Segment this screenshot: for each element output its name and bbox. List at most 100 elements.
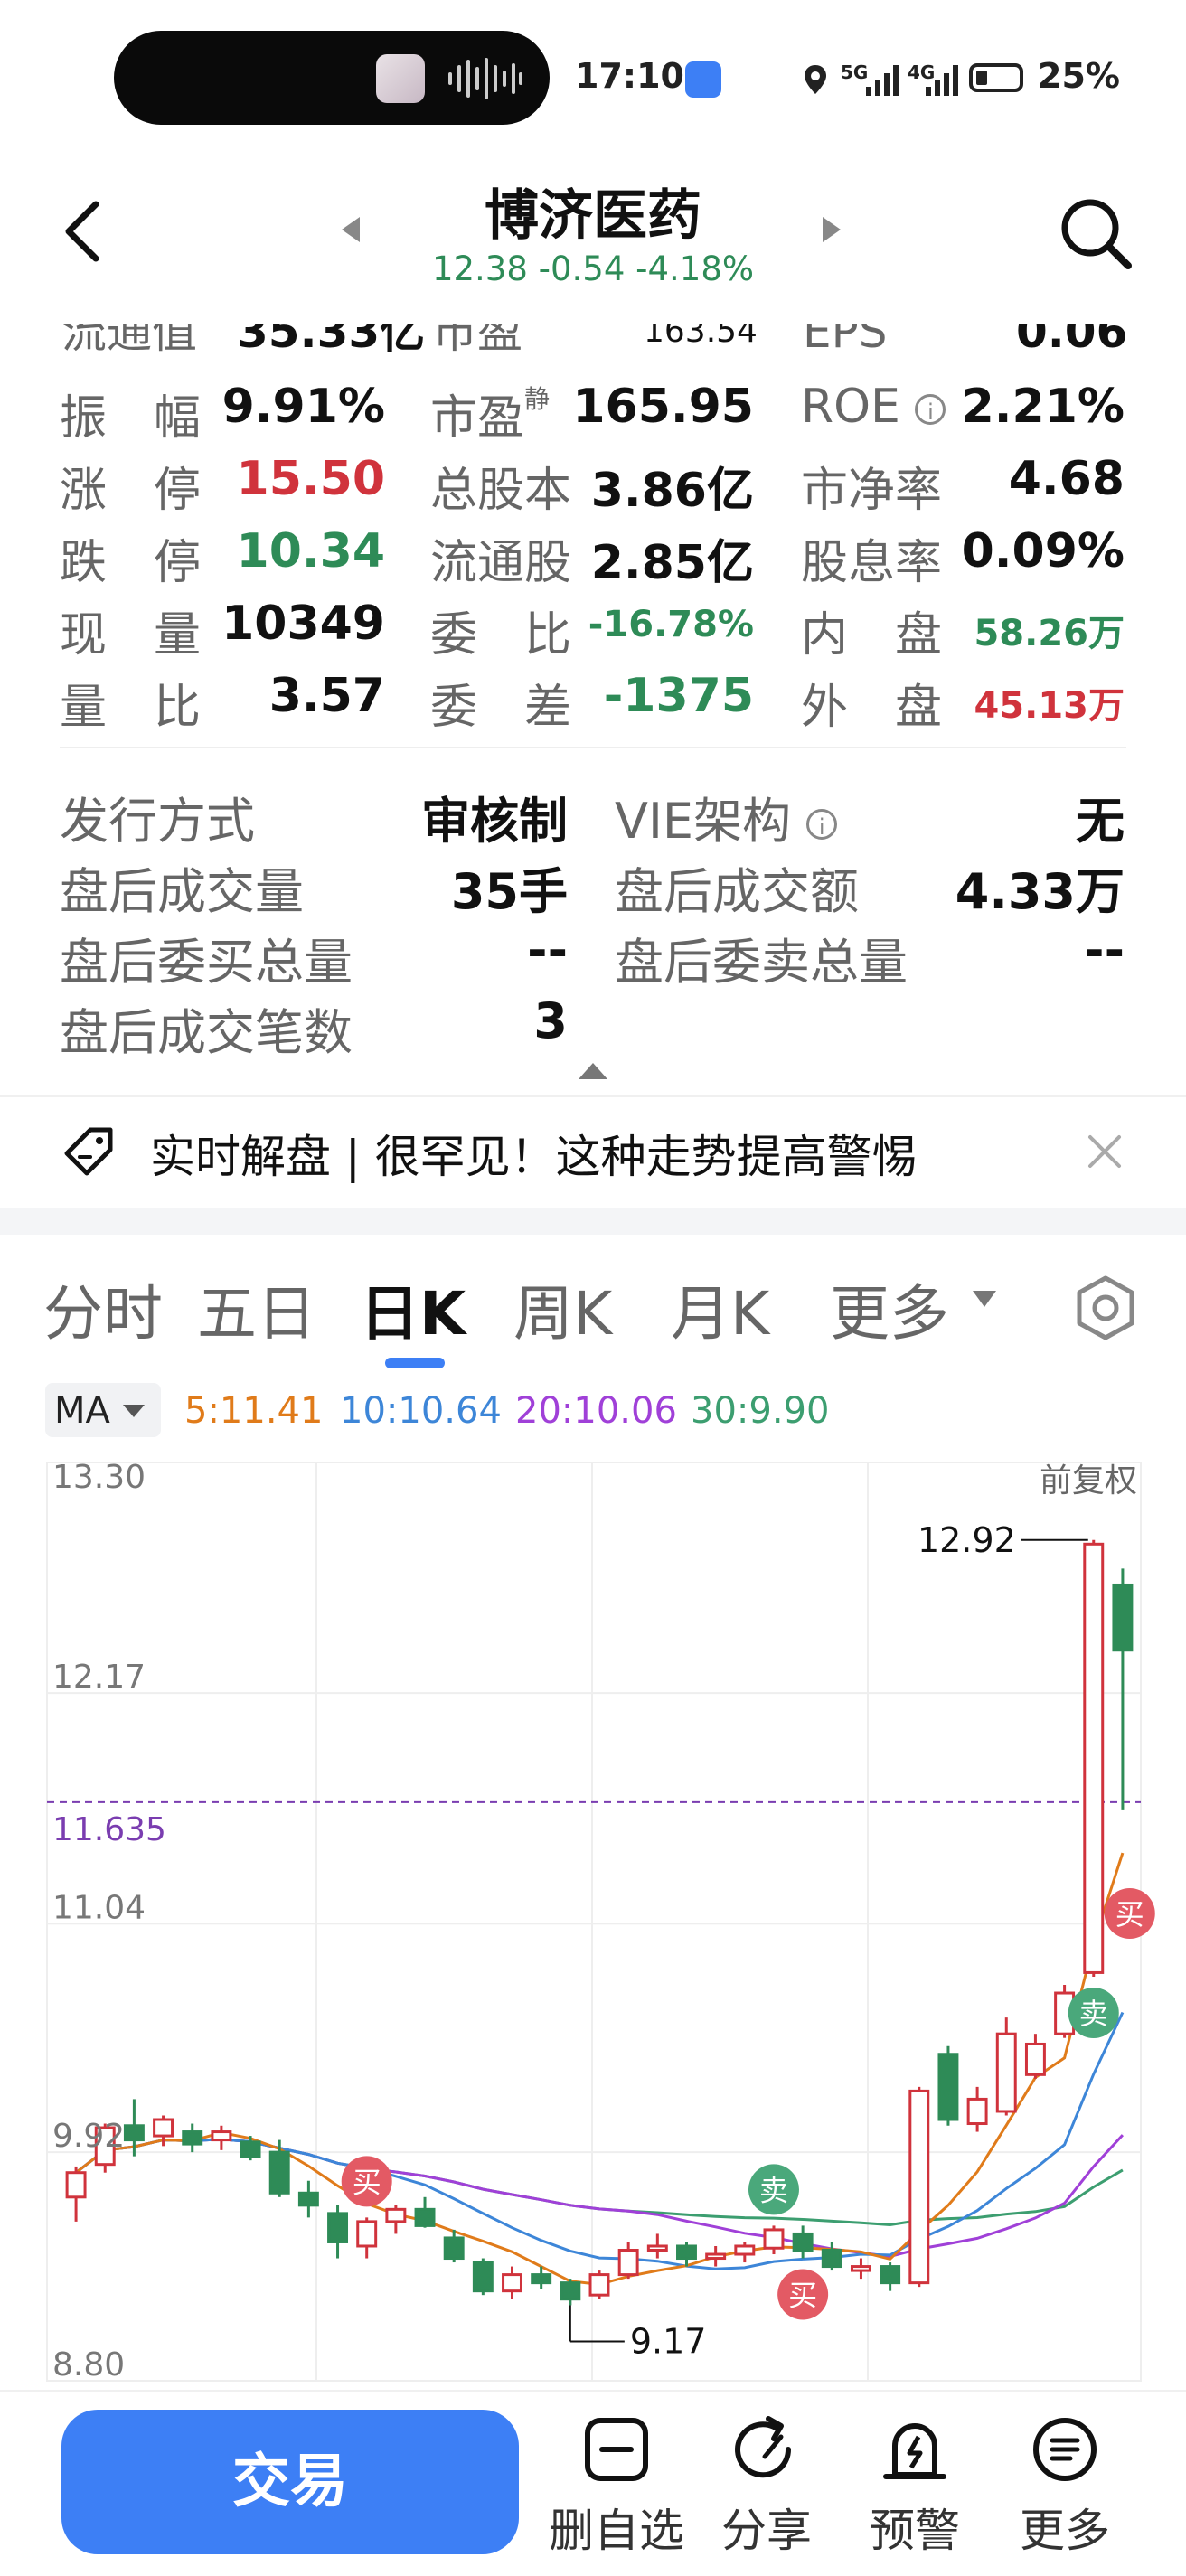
candlestick-chart[interactable]: 13.30 12.17 11.04 9.92 8.80 11.635 前复权 12.92 9.1…	[0, 1441, 1186, 2390]
banner-text[interactable]: 实时解盘 | 很罕见！这种走势提高警惕	[150, 1121, 918, 1186]
stat-label: 外 盘	[801, 681, 943, 735]
ma5-line	[75, 1852, 1125, 2286]
candle-body	[356, 2220, 378, 2248]
detail-value: 35手	[450, 863, 568, 920]
stat-label: ROE i	[801, 380, 946, 434]
app-badge-icon	[685, 61, 721, 98]
detail-value: 审核制	[421, 793, 568, 850]
candle-body	[937, 2053, 959, 2121]
tab-five-day[interactable]: 五日	[197, 1265, 316, 1352]
candle-body	[531, 2273, 552, 2285]
detail-label: 盘后成交额	[615, 863, 859, 920]
stat-label: 内 盘	[801, 608, 943, 663]
stat-label: 量 比	[60, 681, 202, 735]
candle-body	[880, 2265, 901, 2285]
info-icon[interactable]: i	[915, 394, 946, 425]
search-icon[interactable]	[1058, 195, 1134, 271]
remove-watchlist-label[interactable]: 删自选	[535, 2495, 698, 2560]
more-label[interactable]: 更多	[984, 2495, 1146, 2560]
stat-value: 10349	[221, 597, 385, 651]
more-icon[interactable]	[1027, 2411, 1103, 2487]
remove-watchlist-icon[interactable]	[579, 2411, 654, 2487]
voice-wave-icon	[448, 58, 522, 99]
stat-value: 165.95	[572, 380, 754, 434]
stat-value: -1375	[603, 669, 754, 723]
tab-monthly-k[interactable]: 月K	[671, 1265, 769, 1352]
stat-value: 4.68	[1008, 452, 1125, 506]
battery-percent: 25%	[1038, 56, 1120, 96]
alert-label[interactable]: 预警	[833, 2495, 996, 2560]
stat-value: 3.86亿	[590, 464, 754, 518]
tab-intraday[interactable]: 分时	[43, 1265, 163, 1352]
stat-cut-value: 0.06	[1016, 324, 1128, 356]
candle-body	[268, 2150, 290, 2195]
tag-icon	[64, 1127, 113, 1176]
detail-value: --	[1084, 922, 1125, 979]
share-icon[interactable]	[729, 2411, 805, 2487]
status-time: 17:10	[575, 56, 684, 96]
stat-cut-label: EPS	[803, 324, 888, 356]
close-icon[interactable]	[1081, 1128, 1128, 1175]
ma-selector-label[interactable]: MA	[54, 1390, 110, 1432]
candle-body	[821, 2249, 842, 2269]
share-label[interactable]: 分享	[685, 2495, 848, 2560]
signal-5g-label: 5G	[841, 61, 869, 83]
candle-body	[240, 2140, 261, 2158]
stat-label: 委 差	[430, 681, 572, 735]
stat-label: 流通股	[430, 536, 572, 590]
location-icon	[805, 65, 826, 94]
detail-label: 发行方式	[60, 793, 255, 850]
stat-value: 3.57	[268, 669, 385, 723]
detail-value: 无	[1076, 793, 1125, 850]
settings-hex-icon[interactable]	[1072, 1274, 1139, 1341]
adjust-label: 前复权	[1040, 1462, 1137, 1500]
stat-cut-value: 35.33亿	[237, 324, 426, 356]
candle-body	[617, 2249, 639, 2277]
stat-value: 2.85亿	[590, 536, 754, 590]
stat-cut-value: 163.54	[644, 324, 758, 350]
candle-body	[502, 2273, 522, 2293]
candle-body	[385, 2207, 407, 2223]
sell-signal-label: 卖	[759, 2173, 788, 2207]
collapse-icon[interactable]	[579, 1063, 607, 1079]
candle-body	[588, 2273, 610, 2297]
candle-body	[65, 2171, 87, 2199]
stat-cut-label: 流通值	[61, 324, 197, 356]
info-icon[interactable]: i	[806, 809, 838, 841]
tab-weekly-k[interactable]: 周K	[513, 1265, 612, 1352]
stat-value: 45.13万	[974, 685, 1125, 727]
candle-body	[966, 2097, 988, 2126]
chevron-down-icon[interactable]	[973, 1291, 996, 1307]
stat-label: 振 幅	[60, 391, 202, 446]
buy-signal-label: 买	[1115, 1897, 1144, 1932]
ma10-value: 10:10.64	[340, 1390, 502, 1432]
detail-label: 盘后委卖总量	[615, 934, 908, 991]
y-tick-label: 13.30	[52, 1459, 146, 1496]
detail-value: 4.33万	[955, 863, 1125, 920]
battery-level	[976, 71, 987, 85]
candle-body	[123, 2124, 145, 2142]
chevron-down-icon[interactable]	[123, 1405, 145, 1417]
tab-daily-k[interactable]: 日K	[360, 1265, 466, 1352]
candle-body	[211, 2130, 232, 2142]
next-stock-icon[interactable]	[823, 217, 841, 242]
candle-body	[792, 2232, 814, 2252]
candle-body	[472, 2261, 494, 2293]
candle-body	[705, 2252, 727, 2261]
stat-label: 市盈静	[430, 384, 551, 446]
stat-label: 市净率	[801, 464, 943, 518]
low-label: 9.17	[630, 2321, 707, 2361]
tab-more[interactable]: 更多	[830, 1265, 949, 1352]
stock-price-change: 12.38 -0.54 -4.18%	[431, 249, 755, 288]
static-superscript: 静	[524, 384, 551, 414]
trade-button[interactable]: 交易	[61, 2410, 519, 2554]
alert-icon[interactable]	[877, 2411, 953, 2487]
candle-body	[443, 2236, 465, 2261]
candle-body	[646, 2244, 668, 2252]
candle-body	[182, 2130, 203, 2146]
ma10-line	[75, 2011, 1125, 2270]
candle-body	[850, 2265, 871, 2272]
section-gap	[0, 1208, 1186, 1235]
chart-frame	[46, 1462, 1142, 2382]
detail-label: 盘后成交笔数	[60, 1004, 353, 1061]
